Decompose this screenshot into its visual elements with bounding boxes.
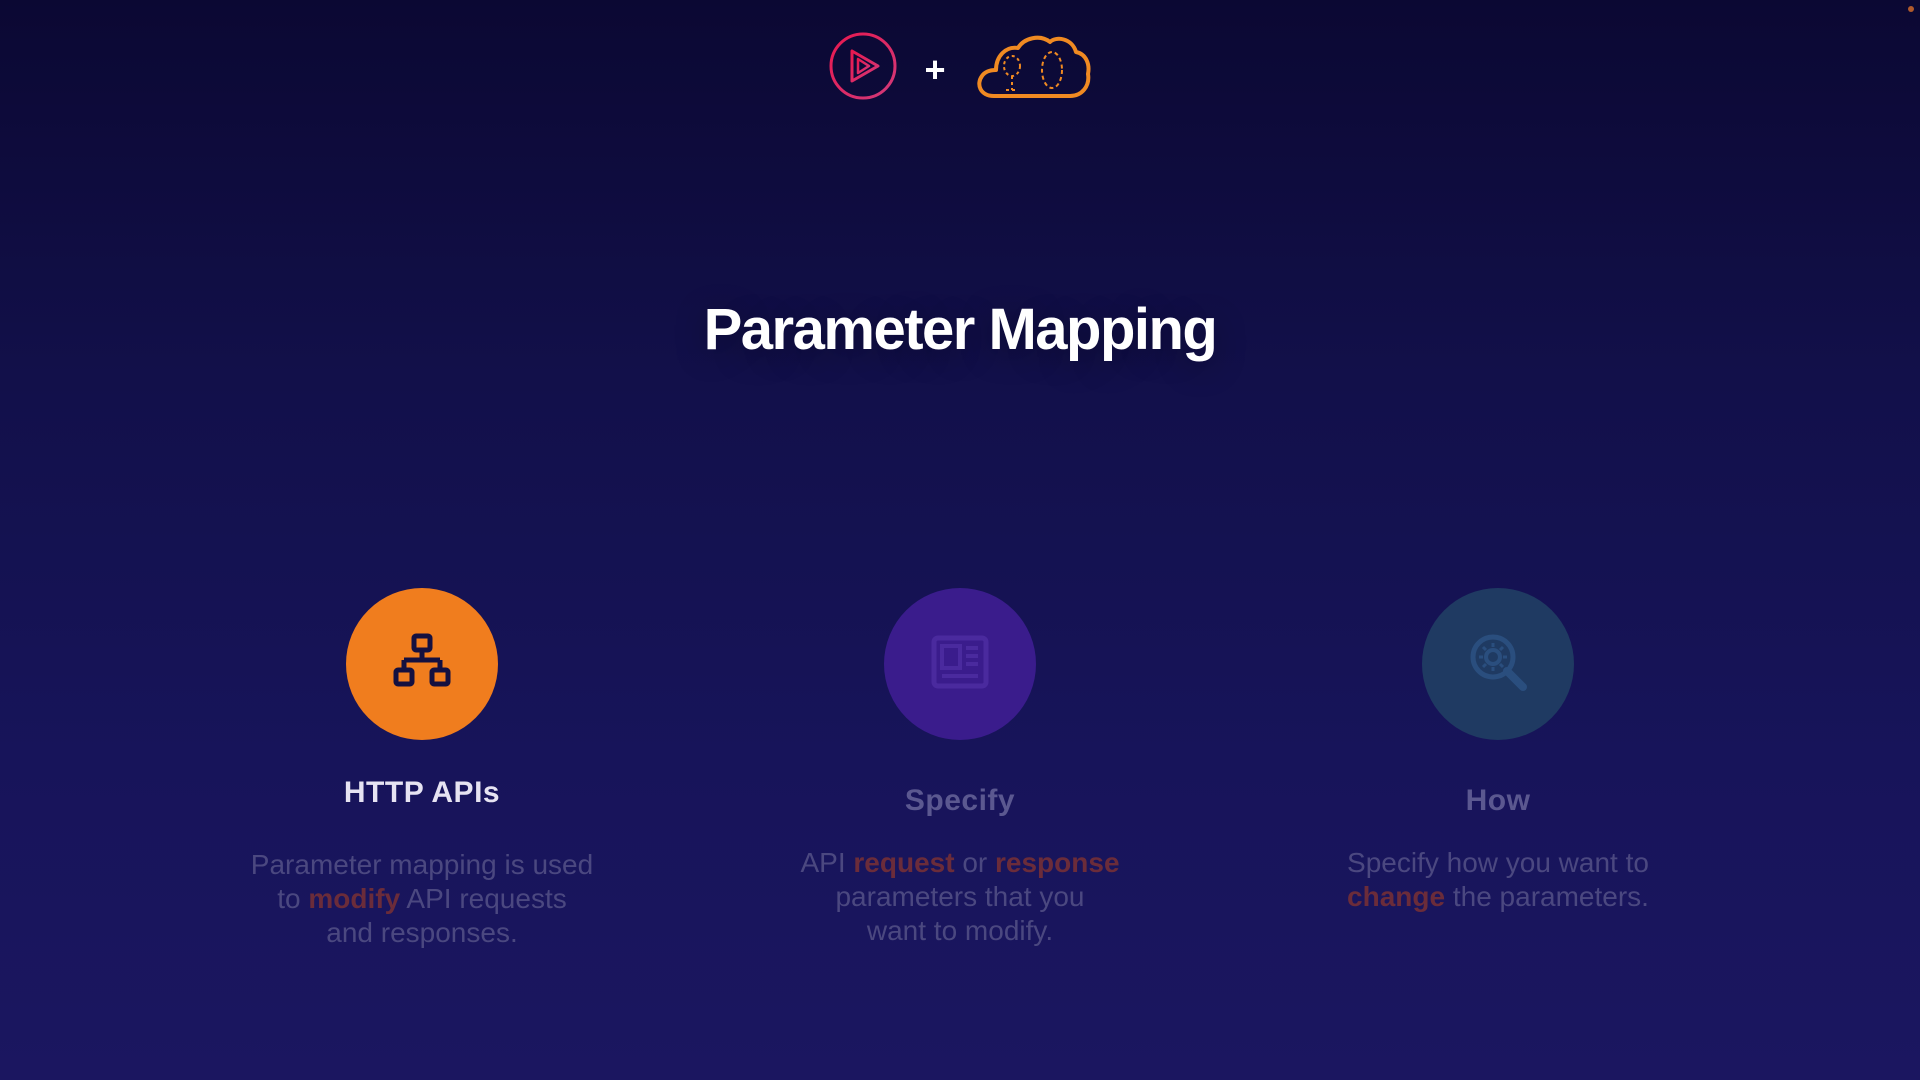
desc-text: to xyxy=(277,883,309,914)
card-description: Specify how you want to change the param… xyxy=(1288,846,1708,914)
desc-text: or xyxy=(954,847,996,878)
card-title: How xyxy=(1465,784,1531,817)
play-logo-icon xyxy=(828,31,898,106)
hierarchy-icon xyxy=(392,632,452,697)
card-http-apis: HTTP APIs Parameter mapping is used to m… xyxy=(212,588,632,950)
desc-line: want to modify. xyxy=(866,915,1054,946)
desc-text: the parameters. xyxy=(1445,881,1649,912)
desc-line: to modify API requests xyxy=(212,882,632,916)
card-icon-circle xyxy=(1422,588,1574,740)
desc-line: Specify how you want to xyxy=(1347,847,1649,878)
highlight-text: request xyxy=(853,847,955,878)
desc-line: Parameter mapping is used xyxy=(250,849,594,880)
desc-line: parameters that you xyxy=(835,881,1085,912)
card-title: HTTP APIs xyxy=(343,776,501,809)
corner-dot xyxy=(1908,6,1914,12)
page-title: Parameter Mapping xyxy=(703,297,1218,362)
card-icon-circle xyxy=(884,588,1036,740)
card-description: API request or response parameters that … xyxy=(750,846,1170,948)
desc-line: change the parameters. xyxy=(1288,880,1708,914)
desc-text: API requests xyxy=(400,883,567,914)
card-title: Specify xyxy=(904,784,1016,817)
cloud-logo-icon xyxy=(972,30,1092,107)
card-icon-circle xyxy=(346,588,498,740)
logo-row: + xyxy=(0,28,1920,108)
document-icon xyxy=(928,630,992,699)
plus-sign: + xyxy=(924,49,946,90)
highlight-text: response xyxy=(995,847,1120,878)
highlight-text: modify xyxy=(308,883,401,914)
card-specify: Specify API request or response paramete… xyxy=(750,588,1170,948)
highlight-text: change xyxy=(1347,881,1446,912)
desc-line: API request or response xyxy=(750,846,1170,880)
desc-line: and responses. xyxy=(326,917,518,948)
card-description: Parameter mapping is used to modify API … xyxy=(212,848,632,950)
card-how: How Specify how you want to change the p… xyxy=(1288,588,1708,914)
desc-text: API xyxy=(800,847,854,878)
search-gear-icon xyxy=(1463,627,1533,702)
